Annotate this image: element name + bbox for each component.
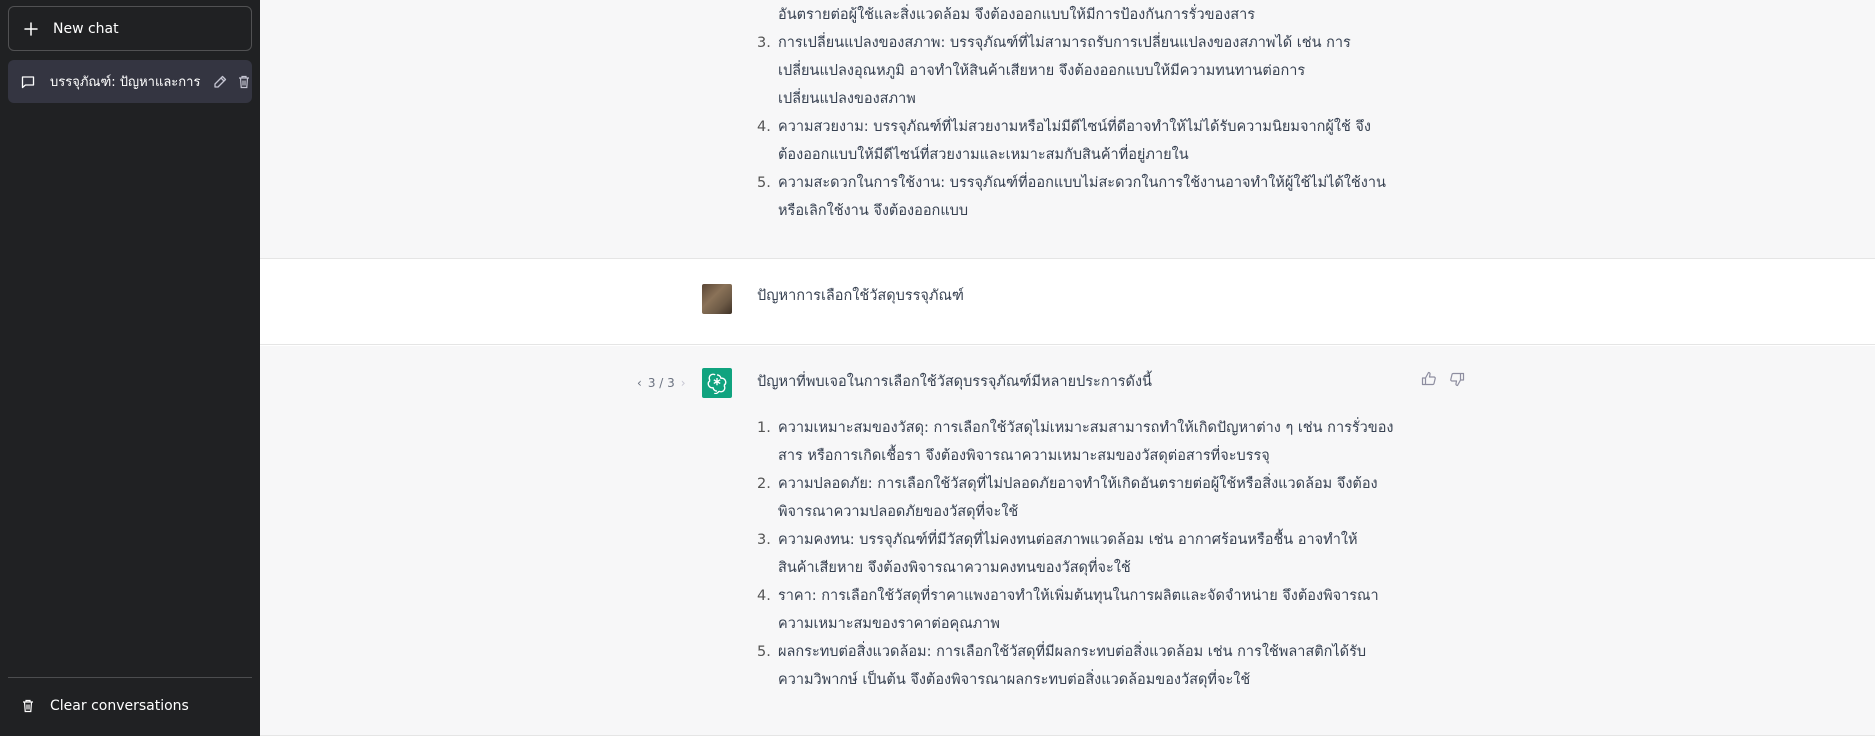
conversation-title: บรรจุภัณฑ์: ปัญหาและการ [50, 75, 201, 90]
answer-intro: ปัญหาที่พบเจอในการเลือกใช้วัสดุบรรจุภัณฑ… [757, 374, 1152, 390]
response-pager: ‹ 3 / 3 › [637, 376, 686, 390]
sidebar-divider [8, 677, 252, 678]
new-chat-button[interactable]: New chat [8, 6, 252, 51]
list-item: 5. ความสะดวกในการใช้งาน: บรรจุภัณฑ์ที่ออ… [757, 175, 1386, 219]
next-response-button[interactable]: › [681, 376, 686, 390]
user-message-text: ปัญหาการเลือกใช้วัสดุบรรจุภัณฑ์ [757, 288, 964, 304]
assistant-message: ‹ 3 / 3 › ปัญหาที่พบเจอในการเลือกใช้วัสด… [260, 346, 1875, 736]
list-item: 5. ผลกระทบต่อสิ่งแวดล้อม: การเลือกใช้วัส… [757, 644, 1367, 688]
openai-logo-icon [707, 373, 727, 394]
list-item: 2. ความปลอดภัย: การเลือกใช้วัสดุที่ไม่ปล… [757, 476, 1378, 520]
assistant-message-text: ปัญหาที่พบเจอในการเลือกใช้วัสดุบรรจุภัณฑ… [757, 368, 1417, 694]
list-item: 3. ความคงทน: บรรจุภัณฑ์ที่มีวัสดุที่ไม่ค… [757, 532, 1358, 576]
list-item: 4. ราคา: การเลือกใช้วัสดุที่ราคาแพงอาจทำ… [757, 588, 1379, 632]
list-item: 3. การเปลี่ยนแปลงของสภาพ: บรรจุภัณฑ์ที่ไ… [757, 35, 1351, 107]
sidebar: New chat บรรจุภัณฑ์: ปัญหาและการ Clear c… [0, 0, 260, 736]
list-item: 4. ความสวยงาม: บรรจุภัณฑ์ที่ไม่สวยงามหรื… [757, 119, 1371, 163]
plus-icon [24, 21, 38, 36]
edit-icon[interactable] [212, 74, 228, 90]
partial-line: อันตรายต่อผู้ใช้และสิ่งแวดล้อม จึงต้องออ… [778, 7, 1256, 23]
previous-response-button[interactable]: ‹ [637, 376, 642, 390]
user-message: ปัญหาการเลือกใช้วัสดุบรรจุภัณฑ์ [260, 260, 1875, 345]
conversation-item[interactable]: บรรจุภัณฑ์: ปัญหาและการ [8, 60, 252, 103]
user-avatar [702, 284, 732, 314]
previous-answer-list: 3. การเปลี่ยนแปลงของสภาพ: บรรจุภัณฑ์ที่ไ… [757, 29, 1417, 225]
clear-conversations-button[interactable]: Clear conversations [8, 688, 252, 724]
chat-bubble-icon [21, 75, 35, 88]
list-item: 1. ความเหมาะสมของวัสดุ: การเลือกใช้วัสดุ… [757, 420, 1394, 464]
trash-icon [23, 699, 33, 713]
thumbs-down-icon[interactable] [1448, 370, 1466, 388]
chat-main: อันตรายต่อผู้ใช้และสิ่งแวดล้อม จึงต้องออ… [260, 0, 1875, 736]
clear-conversations-label: Clear conversations [50, 698, 189, 714]
trash-icon[interactable] [236, 74, 252, 90]
assistant-avatar [702, 368, 732, 398]
message-text: อันตรายต่อผู้ใช้และสิ่งแวดล้อม จึงต้องออ… [757, 1, 1417, 225]
answer-list: 1. ความเหมาะสมของวัสดุ: การเลือกใช้วัสดุ… [757, 414, 1417, 694]
new-chat-label: New chat [53, 20, 119, 37]
assistant-message-previous: อันตรายต่อผู้ใช้และสิ่งแวดล้อม จึงต้องออ… [260, 0, 1875, 259]
pager-count: 3 / 3 [647, 376, 675, 390]
thumbs-up-icon[interactable] [1420, 370, 1438, 388]
